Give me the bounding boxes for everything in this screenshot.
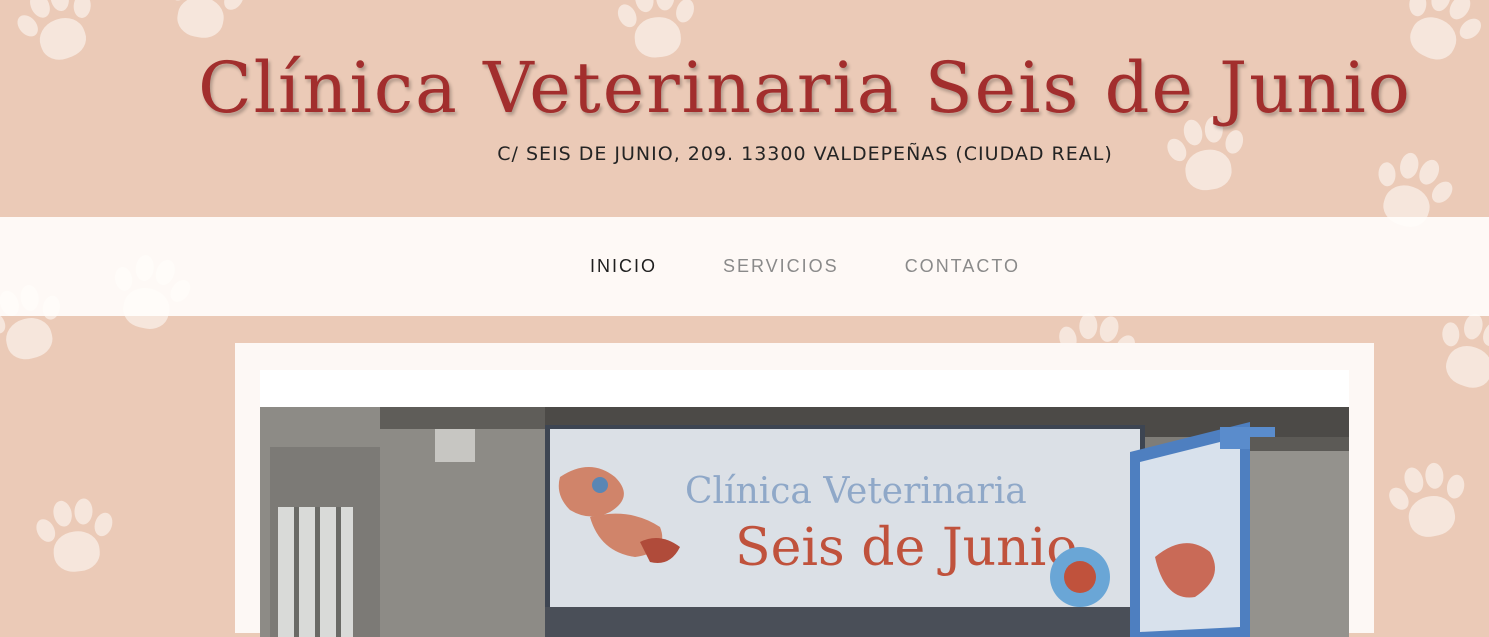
main-navigation: INICIO SERVICIOS CONTACTO	[0, 217, 1489, 316]
content-card: Clínica Veterinaria Seis de Junio	[235, 343, 1374, 637]
site-address: C/ SEIS DE JUNIO, 209. 13300 VALDEPEÑAS …	[497, 143, 1113, 165]
sign-line-1: Clínica Veterinaria	[685, 471, 1027, 512]
nav-link-contacto[interactable]: CONTACTO	[905, 256, 1020, 276]
card-inner-top	[260, 370, 1349, 407]
site-title: Clínica Veterinaria Seis de Junio	[198, 47, 1412, 129]
nav-link-inicio[interactable]: INICIO	[590, 256, 657, 276]
nav-link-servicios[interactable]: SERVICIOS	[723, 256, 839, 276]
clinic-facade-photo: Clínica Veterinaria Seis de Junio	[260, 407, 1349, 637]
nav-item-servicios: SERVICIOS	[723, 256, 839, 277]
nav-list: INICIO SERVICIOS CONTACTO	[0, 217, 1489, 316]
sign-line-2: Seis de Junio	[735, 518, 1078, 578]
nav-item-contacto: CONTACTO	[905, 256, 1020, 277]
site-header: Clínica Veterinaria Seis de Junio C/ SEI…	[0, 0, 1489, 217]
nav-item-inicio: INICIO	[590, 256, 657, 277]
